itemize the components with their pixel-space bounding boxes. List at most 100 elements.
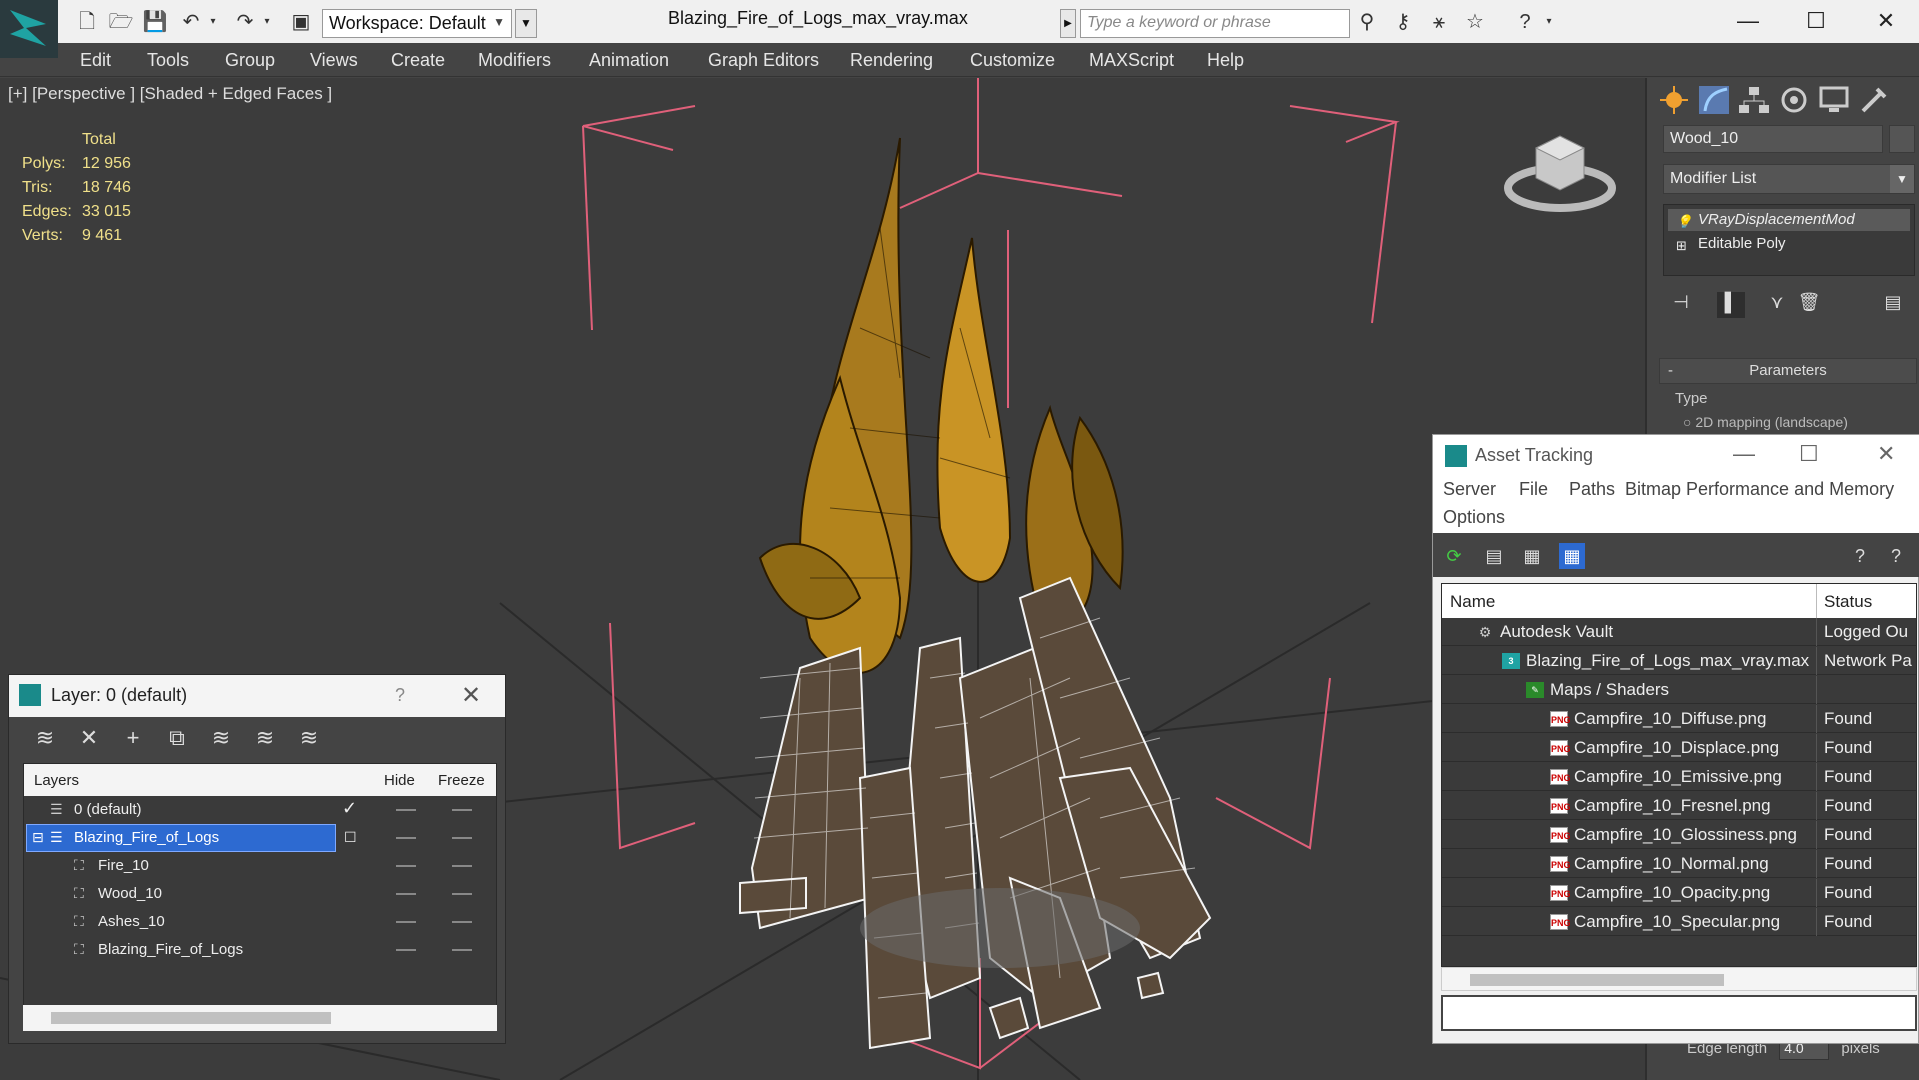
asset-row[interactable]: PNG Campfire_10_Diffuse.png Found: [1442, 705, 1916, 733]
thumbnail-view-icon[interactable]: ▦: [1519, 543, 1545, 569]
menu-graph-editors[interactable]: Graph Editors: [708, 50, 819, 71]
menu-help[interactable]: Help: [1207, 50, 1244, 71]
redo-dropdown-icon[interactable]: ▾: [254, 10, 280, 34]
list-view-icon[interactable]: ▤: [1481, 543, 1507, 569]
asset-row[interactable]: PNG Campfire_10_Opacity.png Found: [1442, 879, 1916, 907]
modifier-stack-item[interactable]: ⊞ Editable Poly: [1668, 233, 1910, 255]
favorites-star-icon[interactable]: ☆: [1462, 10, 1488, 34]
new-file-icon[interactable]: 🗋: [74, 10, 100, 34]
motion-tab-icon[interactable]: [1775, 83, 1813, 117]
table-view-icon[interactable]: ▦: [1559, 543, 1585, 569]
search-input[interactable]: Type a keyword or phrase: [1080, 9, 1350, 38]
help-dropdown-icon[interactable]: ▾: [1536, 10, 1562, 34]
column-status[interactable]: Status: [1824, 592, 1872, 612]
menu-rendering[interactable]: Rendering: [850, 50, 933, 71]
layer-row[interactable]: ⛶ Blazing_Fire_of_Logs: [24, 936, 496, 964]
connect-icon[interactable]: ⚹: [1426, 10, 1452, 34]
radio-2d-mapping[interactable]: ○ 2D mapping (landscape): [1683, 414, 1848, 430]
utilities-tab-icon[interactable]: [1855, 83, 1893, 117]
layer-row[interactable]: ⛶ Wood_10: [24, 880, 496, 908]
minimize-button[interactable]: —: [1733, 441, 1755, 467]
expand-plus-icon[interactable]: ⊞: [1676, 235, 1687, 257]
freeze-toggle[interactable]: [452, 921, 472, 923]
open-file-icon[interactable]: 🗁: [108, 10, 134, 34]
hierarchy-tab-icon[interactable]: [1735, 83, 1773, 117]
menu-paths[interactable]: Paths: [1569, 479, 1615, 500]
menu-server[interactable]: Server: [1443, 479, 1496, 500]
close-button[interactable]: ✕: [1866, 4, 1906, 38]
layer-row[interactable]: ⛶ Fire_10: [24, 852, 496, 880]
modify-tab-icon[interactable]: [1695, 83, 1733, 117]
asset-row[interactable]: PNG Campfire_10_Displace.png Found: [1442, 734, 1916, 762]
scrollbar-thumb[interactable]: [51, 1012, 331, 1024]
hide-toggle[interactable]: [396, 865, 416, 867]
viewport-label[interactable]: [+] [Perspective ] [Shaded + Edged Faces…: [8, 84, 332, 104]
undo-dropdown-icon[interactable]: ▾: [200, 10, 226, 34]
collapse-minus-icon[interactable]: ⊟: [32, 829, 44, 846]
horizontal-scrollbar[interactable]: [1441, 967, 1917, 991]
display-tab-icon[interactable]: [1815, 83, 1853, 117]
hide-toggle[interactable]: [396, 837, 416, 839]
scrollbar-thumb[interactable]: [1470, 974, 1724, 986]
workspace-dropdown[interactable]: Workspace: Default ▼: [322, 9, 512, 38]
freeze-toggle[interactable]: [452, 837, 472, 839]
object-color-swatch[interactable]: [1889, 125, 1915, 153]
column-hide[interactable]: Hide: [384, 772, 415, 789]
menu-customize[interactable]: Customize: [970, 50, 1055, 71]
configure-sets-icon[interactable]: ▤: [1879, 292, 1907, 318]
close-icon[interactable]: ✕: [461, 681, 481, 710]
highlight-selected-icon[interactable]: ≋: [207, 725, 235, 751]
menu-modifiers[interactable]: Modifiers: [478, 50, 551, 71]
parameters-rollout-header[interactable]: - Parameters: [1659, 358, 1917, 384]
layer-row[interactable]: ⊟ ☰ Blazing_Fire_of_Logs ☐: [24, 824, 496, 852]
freeze-all-layers-icon[interactable]: ≋: [295, 725, 323, 751]
object-name-field[interactable]: Wood_10: [1663, 125, 1883, 153]
help-icon[interactable]: ?: [395, 685, 405, 706]
help-icon[interactable]: ?: [1512, 10, 1538, 34]
search-expand-button[interactable]: ▶: [1060, 9, 1076, 38]
modifier-stack-item[interactable]: 💡 VRayDisplacementMod: [1668, 209, 1910, 231]
menu-maxscript[interactable]: MAXScript: [1089, 50, 1174, 71]
hide-toggle[interactable]: [396, 949, 416, 951]
assets-help-icon[interactable]: ?: [1847, 543, 1873, 569]
workspace-menu-button[interactable]: ▼: [515, 9, 537, 38]
menu-options[interactable]: Options: [1443, 507, 1505, 528]
freeze-toggle[interactable]: [452, 865, 472, 867]
column-layers[interactable]: Layers: [34, 772, 79, 789]
vault-help-icon[interactable]: ?: [1883, 543, 1909, 569]
set-active-box-icon[interactable]: ☐: [344, 829, 357, 846]
menu-views[interactable]: Views: [310, 50, 358, 71]
hide-toggle[interactable]: [396, 809, 416, 811]
close-button[interactable]: ✕: [1877, 441, 1895, 467]
menu-edit[interactable]: Edit: [80, 50, 111, 71]
asset-window-titlebar[interactable]: Asset Tracking — ☐ ✕: [1433, 435, 1919, 475]
column-name[interactable]: Name: [1450, 592, 1495, 612]
freeze-toggle[interactable]: [452, 949, 472, 951]
minimize-button[interactable]: —: [1728, 4, 1768, 38]
menu-animation[interactable]: Animation: [589, 50, 669, 71]
lightbulb-icon[interactable]: 💡: [1676, 211, 1692, 233]
show-end-result-icon[interactable]: ▌: [1717, 292, 1745, 318]
layer-row[interactable]: ⛶ Ashes_10: [24, 908, 496, 936]
menu-create[interactable]: Create: [391, 50, 445, 71]
asset-row[interactable]: ✎ Maps / Shaders: [1442, 676, 1916, 704]
freeze-toggle[interactable]: [452, 809, 472, 811]
maximize-button[interactable]: ☐: [1796, 4, 1836, 38]
create-tab-icon[interactable]: [1655, 83, 1693, 117]
modifier-list-dropdown[interactable]: Modifier List ▼: [1663, 164, 1915, 194]
column-divider[interactable]: [1816, 584, 1817, 618]
asset-row[interactable]: PNG Campfire_10_Glossiness.png Found: [1442, 821, 1916, 849]
asset-row[interactable]: PNG Campfire_10_Specular.png Found: [1442, 908, 1916, 936]
hide-toggle[interactable]: [396, 893, 416, 895]
new-layer-icon[interactable]: ≋: [31, 725, 59, 751]
maximize-button[interactable]: ☐: [1799, 441, 1819, 467]
app-menu-button[interactable]: [0, 0, 58, 58]
column-freeze[interactable]: Freeze: [438, 772, 485, 789]
menu-file[interactable]: File: [1519, 479, 1548, 500]
asset-row[interactable]: PNG Campfire_10_Fresnel.png Found: [1442, 792, 1916, 820]
horizontal-scrollbar[interactable]: [23, 1005, 497, 1031]
asset-row[interactable]: PNG Campfire_10_Normal.png Found: [1442, 850, 1916, 878]
select-objects-icon[interactable]: ⧉: [163, 725, 191, 751]
pin-stack-icon[interactable]: ⊣: [1667, 292, 1695, 318]
asset-row[interactable]: ⚙ Autodesk Vault Logged Ou: [1442, 618, 1916, 646]
